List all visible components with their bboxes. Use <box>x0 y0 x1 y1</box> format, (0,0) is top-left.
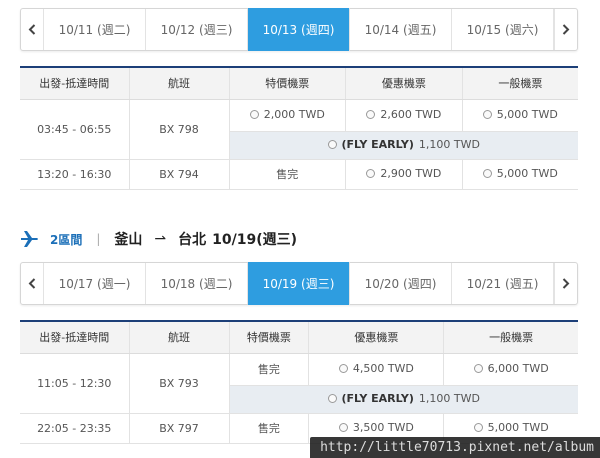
date-tab-selected[interactable]: 10/13 (週四) <box>248 8 350 51</box>
discount-fare-cell[interactable]: 4,500 TWD <box>308 353 445 386</box>
col-header-discount: 優惠機票 <box>308 320 445 354</box>
chevron-right-icon <box>562 278 570 289</box>
special-fare-cell[interactable]: 2,000 TWD <box>229 99 347 132</box>
route-arrow-icon: ⇀ <box>154 231 167 247</box>
sold-out-text: 售完 <box>257 422 280 435</box>
fly-early-label: (FLY EARLY) <box>341 138 414 151</box>
flight-number: BX 793 <box>129 353 230 414</box>
fly-early-cell[interactable]: (FLY EARLY) 1,100 TWD <box>229 385 578 414</box>
fare-price: 2,600 TWD <box>380 108 442 121</box>
date-selector-leg1: 10/11 (週二) 10/12 (週三) 10/13 (週四) 10/14 (… <box>20 8 578 51</box>
segment-label: 2區間 <box>50 232 83 247</box>
date-tab-selected[interactable]: 10/19 (週三) <box>248 262 350 305</box>
fare-price: 6,000 TWD <box>487 362 549 375</box>
col-header-regular: 一般機票 <box>443 320 578 354</box>
date-tab[interactable]: 10/11 (週二) <box>44 9 146 50</box>
next-dates-button[interactable] <box>554 263 577 304</box>
radio-button[interactable] <box>473 423 483 432</box>
date-tab[interactable]: 10/21 (週五) <box>452 263 554 304</box>
regular-fare-cell[interactable]: 5,000 TWD <box>462 159 578 190</box>
col-header-flight: 航班 <box>129 320 230 354</box>
date-tab[interactable]: 10/18 (週二) <box>146 263 248 304</box>
departure-arrival-time: 11:05 - 12:30 <box>20 353 130 414</box>
sold-out-text: 售完 <box>257 363 280 376</box>
divider: | <box>96 232 101 246</box>
date-tab[interactable]: 10/15 (週六) <box>452 9 554 50</box>
fare-price: 1,100 TWD <box>418 138 480 151</box>
sold-out-text: 售完 <box>276 168 299 181</box>
special-fare-cell: 售完 <box>229 413 310 444</box>
col-header-time: 出發-抵達時間 <box>20 320 130 354</box>
fare-price: 5,000 TWD <box>496 108 558 121</box>
radio-button[interactable] <box>338 364 348 373</box>
table-row: 03:45 - 06:55 BX 798 2,000 TWD 2,600 TWD… <box>20 99 578 160</box>
departure-arrival-time: 03:45 - 06:55 <box>20 99 130 160</box>
radio-button[interactable] <box>338 423 348 432</box>
fare-price: 4,500 TWD <box>352 362 414 375</box>
destination-city: 台北 <box>178 232 207 248</box>
departure-arrival-time: 22:05 - 23:35 <box>20 413 130 444</box>
special-fare-cell: 售完 <box>229 353 310 386</box>
radio-button[interactable] <box>249 110 259 119</box>
table-row: 13:20 - 16:30 BX 794 售完 2,900 TWD 5,000 … <box>20 159 578 190</box>
fare-price: 1,100 TWD <box>418 392 480 405</box>
fly-early-label: (FLY EARLY) <box>341 392 414 405</box>
chevron-right-icon <box>562 24 570 35</box>
date-tab[interactable]: 10/17 (週一) <box>44 263 146 304</box>
flight-table-leg1: 出發-抵達時間 航班 特價機票 優惠機票 一般機票 03:45 - 06:55 … <box>20 66 578 190</box>
radio-button[interactable] <box>482 110 492 119</box>
radio-button[interactable] <box>473 364 483 373</box>
next-dates-button[interactable] <box>554 9 577 50</box>
date-selector-leg2: 10/17 (週一) 10/18 (週二) 10/19 (週三) 10/20 (… <box>20 262 578 305</box>
airplane-icon <box>21 231 38 247</box>
col-header-discount: 優惠機票 <box>345 66 463 100</box>
fare-price: 3,500 TWD <box>352 421 414 434</box>
route-date: 10/19(週三) <box>212 232 298 248</box>
col-header-special: 特價機票 <box>229 66 347 100</box>
fly-early-cell[interactable]: (FLY EARLY) 1,100 TWD <box>229 131 578 160</box>
route-header-leg2: 2區間 | 釜山 ⇀ 台北 10/19(週三) <box>20 228 297 250</box>
radio-button[interactable] <box>327 394 337 403</box>
special-fare-cell: 售完 <box>229 159 347 190</box>
flight-number: BX 798 <box>129 99 230 160</box>
origin-city: 釜山 <box>114 232 143 248</box>
chevron-left-icon <box>28 24 36 35</box>
date-tab[interactable]: 10/12 (週三) <box>146 9 248 50</box>
fare-price: 2,900 TWD <box>380 167 442 180</box>
radio-button[interactable] <box>366 169 376 178</box>
date-tab[interactable]: 10/14 (週五) <box>350 9 452 50</box>
col-header-special: 特價機票 <box>229 320 310 354</box>
departure-arrival-time: 13:20 - 16:30 <box>20 159 130 190</box>
fare-price: 5,000 TWD <box>487 421 549 434</box>
fare-price: 2,000 TWD <box>263 108 325 121</box>
radio-button[interactable] <box>327 140 337 149</box>
flight-number: BX 797 <box>129 413 230 444</box>
radio-button[interactable] <box>366 110 376 119</box>
discount-fare-cell[interactable]: 2,600 TWD <box>345 99 463 132</box>
col-header-flight: 航班 <box>129 66 230 100</box>
flight-table-leg2: 出發-抵達時間 航班 特價機票 優惠機票 一般機票 11:05 - 12:30 … <box>20 320 578 444</box>
discount-fare-cell[interactable]: 2,900 TWD <box>345 159 463 190</box>
table-row: 11:05 - 12:30 BX 793 售完 4,500 TWD 6,000 … <box>20 353 578 414</box>
chevron-left-icon <box>28 278 36 289</box>
col-header-time: 出發-抵達時間 <box>20 66 130 100</box>
prev-dates-button[interactable] <box>21 9 44 50</box>
col-header-regular: 一般機票 <box>462 66 578 100</box>
regular-fare-cell[interactable]: 6,000 TWD <box>443 353 578 386</box>
fare-price: 5,000 TWD <box>496 167 558 180</box>
flight-number: BX 794 <box>129 159 230 190</box>
radio-button[interactable] <box>482 169 492 178</box>
regular-fare-cell[interactable]: 5,000 TWD <box>462 99 578 132</box>
prev-dates-button[interactable] <box>21 263 44 304</box>
date-tab[interactable]: 10/20 (週四) <box>350 263 452 304</box>
watermark-url: http://little70713.pixnet.net/album <box>310 437 600 458</box>
